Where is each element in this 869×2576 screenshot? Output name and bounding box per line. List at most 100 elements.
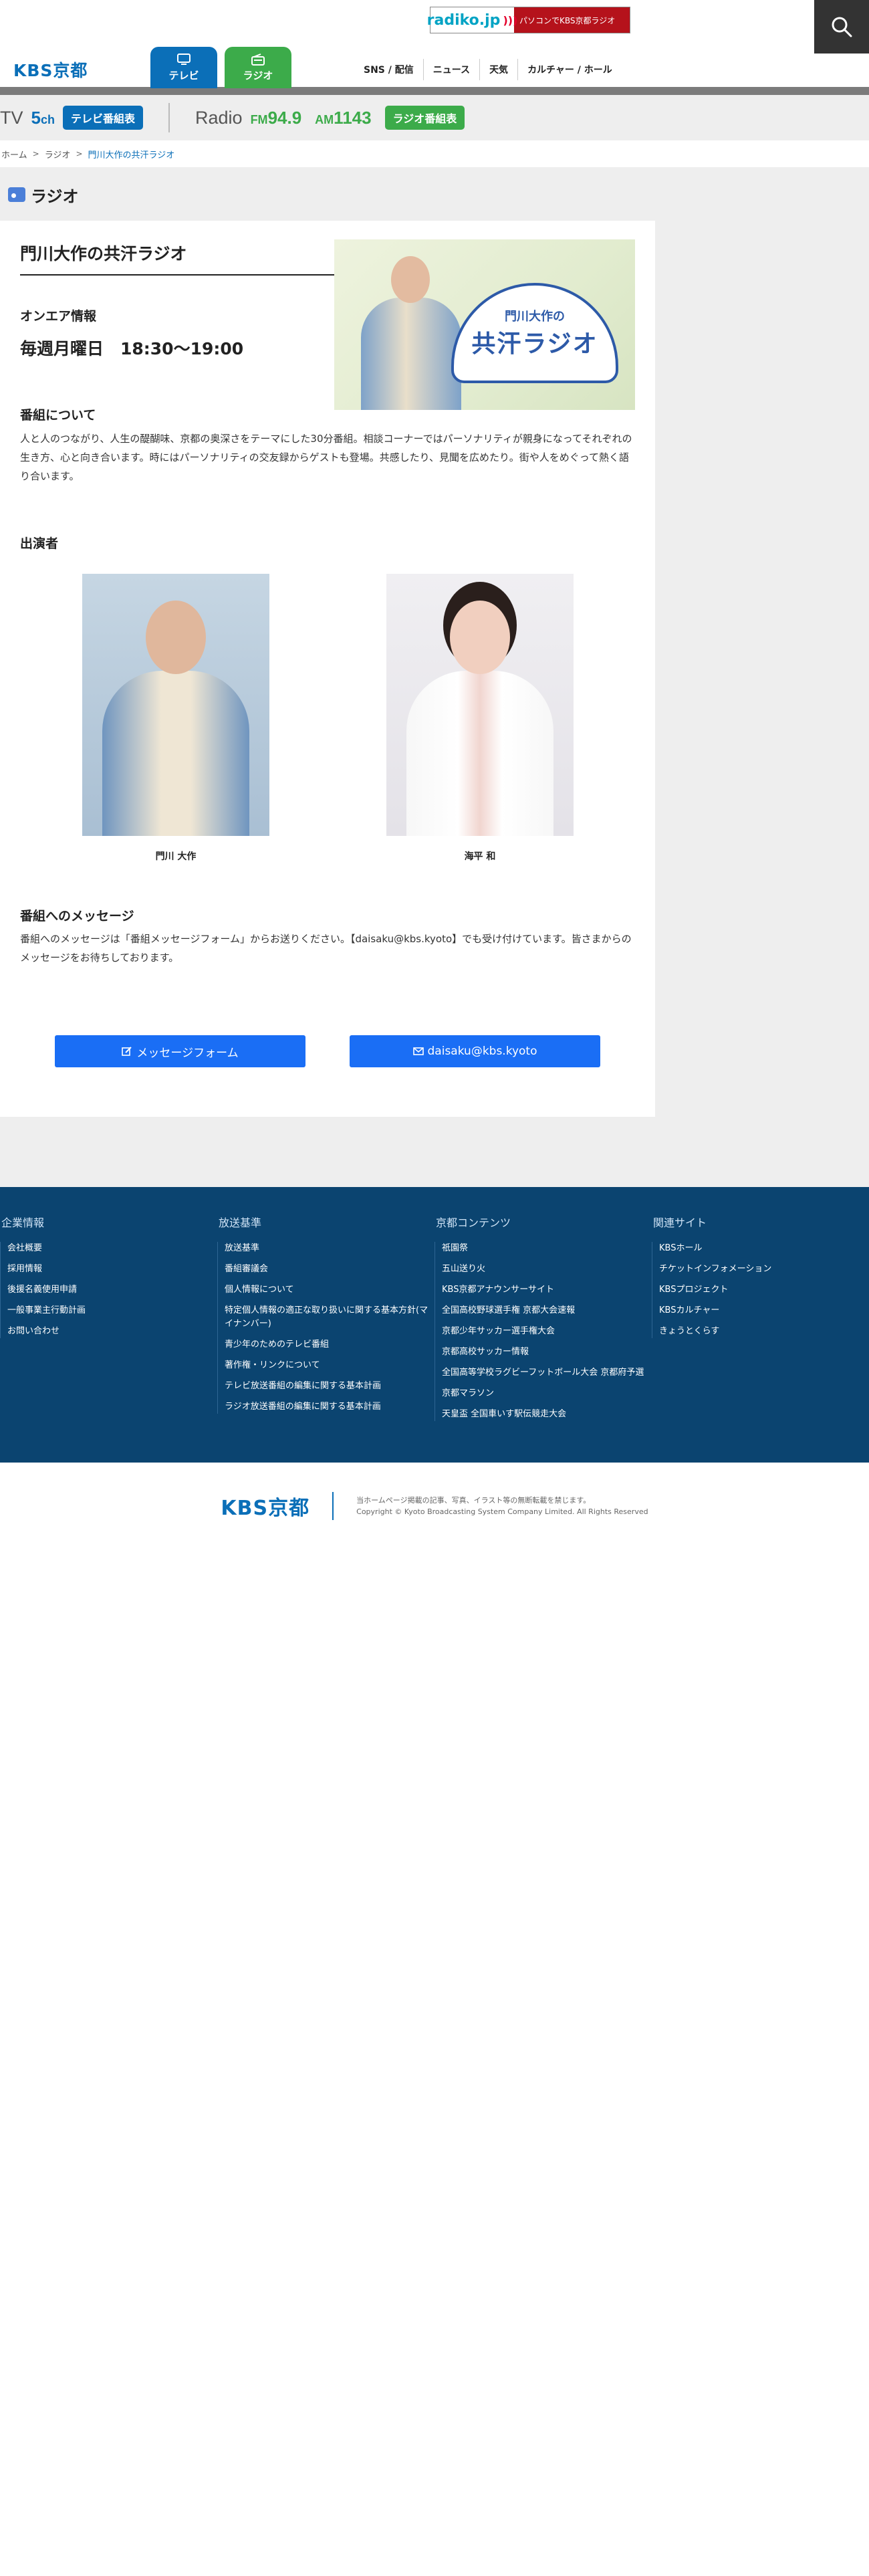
- chevron-right-icon: >: [32, 149, 39, 158]
- chevron-right-icon: >: [76, 149, 83, 158]
- fm-frequency: FM94.9: [251, 108, 302, 128]
- program-image: 門川大作の 共汗ラジオ: [334, 239, 635, 410]
- footer-link[interactable]: 著作権・リンクについて: [225, 1359, 434, 1372]
- am-value: 1143: [334, 107, 372, 128]
- host-figure: [361, 256, 461, 410]
- breadcrumb-home[interactable]: ホーム: [1, 148, 27, 160]
- performer-photo-body: [102, 671, 249, 836]
- tv-channel-number: 5: [31, 107, 41, 128]
- nav-culture[interactable]: カルチャー / ホール: [517, 59, 622, 80]
- footer-column-title: 放送基準: [219, 1216, 262, 1229]
- about-heading: 番組について: [20, 408, 96, 423]
- program-logo-main: 共汗ラジオ: [471, 330, 598, 358]
- site-logo[interactable]: KBS京都: [13, 58, 88, 82]
- footer-link[interactable]: テレビ放送番組の編集に関する基本計画: [225, 1380, 434, 1393]
- tab-radio[interactable]: ラジオ: [225, 47, 291, 88]
- footer-logo[interactable]: KBS京都: [221, 1491, 309, 1521]
- email-button[interactable]: daisaku@kbs.kyoto: [350, 1035, 600, 1067]
- footer-link[interactable]: 全国高等学校ラグビーフットボール大会 京都府予選: [442, 1366, 652, 1380]
- breadcrumb-current: 門川大作の共汗ラジオ: [88, 150, 175, 160]
- content-area: ラジオ 門川大作の共汗ラジオ 門川大作の 共汗ラジオ オンエア情報 毎週月曜日 …: [0, 167, 869, 1187]
- nav-weather[interactable]: 天気: [479, 59, 517, 80]
- message-text: 番組へのメッセージは「番組メッセージフォーム」からお送りください。【daisak…: [20, 933, 632, 964]
- message-form-label: メッセージフォーム: [136, 1046, 239, 1060]
- tv-channel: 5ch: [31, 108, 55, 128]
- program-title: 門川大作の共汗ラジオ: [20, 241, 334, 276]
- search-button[interactable]: [814, 0, 869, 53]
- footer-link[interactable]: KBS京都アナウンサーサイト: [442, 1283, 652, 1297]
- about-text: 人と人のつながり、人生の醍醐味、京都の奥深さをテーマにした30分番組。相談コーナ…: [20, 433, 632, 482]
- footer-link[interactable]: 放送基準: [225, 1242, 434, 1255]
- footer-column-related: 関連サイト KBSホール チケットインフォメーション KBSプロジェクト KBS…: [652, 1214, 869, 1463]
- footer-link[interactable]: 全国高校野球選手権 京都大会速報: [442, 1304, 652, 1317]
- footer-notice: 当ホームページ掲載の記事、写真、イラスト等の無断転載を禁じます。: [356, 1496, 591, 1505]
- radiko-banner-text: パソコンでKBS京都ラジオ: [519, 15, 616, 25]
- header-divider: [0, 87, 869, 95]
- footer-column-title: 関連サイト: [653, 1216, 707, 1229]
- footer-column-title: 企業情報: [1, 1216, 45, 1229]
- section-title-text: ラジオ: [31, 187, 79, 206]
- footer-divider: [332, 1492, 334, 1520]
- footer-link[interactable]: 天皇盃 全国車いす駅伝競走大会: [442, 1408, 652, 1421]
- tv-schedule-button[interactable]: テレビ番組表: [63, 106, 144, 130]
- program-logo-fan: 門川大作の 共汗ラジオ: [451, 283, 618, 383]
- footer-link[interactable]: 特定個人情報の適正な取り扱いに関する基本方針(マイナンバー): [225, 1304, 434, 1331]
- footer-link[interactable]: 一般事業主行動計画: [7, 1304, 217, 1317]
- footer-link[interactable]: 祇園祭: [442, 1242, 652, 1255]
- performer-card[interactable]: 海平 和: [386, 574, 574, 863]
- footer-link[interactable]: ラジオ放送番組の編集に関する基本計画: [225, 1400, 434, 1414]
- breadcrumb: ホーム > ラジオ > 門川大作の共汗ラジオ: [0, 140, 869, 167]
- footer-link[interactable]: 京都マラソン: [442, 1387, 652, 1400]
- footer-link[interactable]: KBSホール: [659, 1242, 869, 1255]
- nav-sns[interactable]: SNS / 配信: [354, 59, 423, 80]
- tv-icon: [177, 53, 191, 65]
- footer-link[interactable]: お問い合わせ: [7, 1325, 217, 1338]
- footer-link[interactable]: 京都高校サッカー情報: [442, 1346, 652, 1359]
- performer-photo: [386, 574, 574, 836]
- breadcrumb-radio[interactable]: ラジオ: [45, 148, 71, 160]
- footer-link[interactable]: 番組審議会: [225, 1263, 434, 1276]
- radio-section-icon: [8, 187, 25, 202]
- channel-bar: TV 5ch テレビ番組表 Radio FM94.9 AM1143 ラジオ番組表: [0, 95, 869, 140]
- footer-link[interactable]: KBSプロジェクト: [659, 1283, 869, 1297]
- tv-label: TV: [0, 107, 23, 128]
- message-heading: 番組へのメッセージ: [20, 909, 134, 924]
- footer-link[interactable]: 青少年のためのテレビ番組: [225, 1338, 434, 1352]
- performer-card[interactable]: 門川 大作: [82, 574, 269, 863]
- host-figure-body: [361, 298, 461, 410]
- performer-photo: [82, 574, 269, 836]
- performers-heading: 出演者: [20, 536, 59, 551]
- onair-heading: オンエア情報: [20, 309, 97, 324]
- footer-link[interactable]: 五山送り火: [442, 1263, 652, 1276]
- message-form-button[interactable]: メッセージフォーム: [55, 1035, 305, 1067]
- fm-value: 94.9: [267, 107, 302, 128]
- edit-icon: [122, 1047, 132, 1056]
- footer-link[interactable]: チケットインフォメーション: [659, 1263, 869, 1276]
- tab-radio-label: ラジオ: [243, 69, 273, 82]
- am-frequency: AM1143: [315, 108, 371, 128]
- performer-photo-head: [450, 601, 510, 674]
- footer-link[interactable]: 採用情報: [7, 1263, 217, 1276]
- footer-link[interactable]: 京都少年サッカー選手権大会: [442, 1325, 652, 1338]
- program-logo-sub: 門川大作の: [505, 310, 565, 324]
- radiko-logo-text: radiko.jp: [426, 11, 501, 29]
- channel-divider: [168, 103, 170, 132]
- program-card: 門川大作の共汗ラジオ 門川大作の 共汗ラジオ オンエア情報 毎週月曜日 18:3…: [0, 221, 655, 1117]
- nav-news[interactable]: ニュース: [422, 59, 479, 80]
- site-header: radiko.jp ))) パソコンでKBS京都ラジオ KBS京都 テレビ ラジ…: [0, 0, 869, 88]
- tab-tv[interactable]: テレビ: [150, 47, 217, 88]
- radio-schedule-button[interactable]: ラジオ番組表: [384, 106, 465, 130]
- footer-copyright: Copyright © Kyoto Broadcasting System Co…: [356, 1507, 648, 1516]
- footer-notes: 当ホームページ掲載の記事、写真、イラスト等の無断転載を禁じます。 Copyrig…: [356, 1495, 648, 1517]
- footer-link[interactable]: 個人情報について: [225, 1283, 434, 1297]
- footer-column-company: 企業情報 会社概要 採用情報 後援名義使用申請 一般事業主行動計画 お問い合わせ: [0, 1214, 217, 1463]
- footer-link[interactable]: きょうとくらす: [659, 1325, 869, 1338]
- footer-link[interactable]: KBSカルチャー: [659, 1304, 869, 1317]
- section-title: ラジオ: [0, 181, 869, 209]
- radio-label: Radio: [195, 107, 243, 128]
- footer-column-kyoto-content: 京都コンテンツ 祇園祭 五山送り火 KBS京都アナウンサーサイト 全国高校野球選…: [434, 1214, 652, 1463]
- radiko-banner[interactable]: radiko.jp ))) パソコンでKBS京都ラジオ: [426, 7, 630, 33]
- footer-link[interactable]: 後援名義使用申請: [7, 1283, 217, 1297]
- envelope-icon: [412, 1047, 424, 1055]
- footer-link[interactable]: 会社概要: [7, 1242, 217, 1255]
